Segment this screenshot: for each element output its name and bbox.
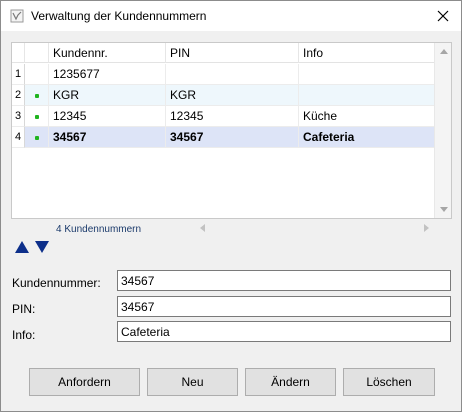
scroll-down-button[interactable] xyxy=(435,201,451,218)
cell-info[interactable] xyxy=(299,64,434,85)
row-number: 2 xyxy=(12,85,25,106)
kundennummern-table[interactable]: Kundennr. PIN Info 1 1235677 2 KGR KGR 3… xyxy=(11,42,452,219)
arrow-up-icon xyxy=(15,241,29,253)
close-icon xyxy=(437,10,449,22)
pin-label: PIN: xyxy=(12,302,36,316)
horizontal-scrollbar[interactable] xyxy=(194,220,434,236)
record-count: 4 Kundennummern xyxy=(56,224,142,235)
chevron-up-icon xyxy=(439,49,448,54)
table-row[interactable]: 1 1235677 xyxy=(12,64,434,85)
row-number: 4 xyxy=(12,127,25,148)
dialog-window: Verwaltung der Kundennummern Kundennr. P… xyxy=(0,0,462,412)
cell-pin[interactable] xyxy=(166,64,299,85)
info-label: Info: xyxy=(12,328,36,342)
table-row[interactable]: 3 12345 12345 Küche xyxy=(12,106,434,127)
scroll-right-button[interactable] xyxy=(418,220,434,236)
table-header: Kundennr. PIN Info xyxy=(12,43,434,63)
scroll-left-button[interactable] xyxy=(194,220,210,236)
move-up-button[interactable] xyxy=(15,240,29,254)
kundennummer-label: Kundennummer: xyxy=(12,276,101,290)
row-number: 1 xyxy=(12,64,25,85)
column-header-pin[interactable]: PIN xyxy=(166,43,299,63)
anfordern-button[interactable]: Anfordern xyxy=(29,368,140,396)
title-bar: Verwaltung der Kundennummern xyxy=(1,1,461,31)
table-row-selected[interactable]: 4 34567 34567 Cafeteria xyxy=(12,127,434,148)
app-icon xyxy=(10,9,24,23)
cell-info[interactable]: Küche xyxy=(299,106,434,127)
header-status xyxy=(25,43,49,63)
active-status-icon xyxy=(35,94,39,98)
cell-info[interactable]: Cafeteria xyxy=(299,127,434,148)
cell-pin[interactable]: 12345 xyxy=(166,106,299,127)
arrow-down-icon xyxy=(35,241,49,253)
pin-input[interactable] xyxy=(117,296,451,317)
column-header-kundennr[interactable]: Kundennr. xyxy=(49,43,166,63)
scroll-up-button[interactable] xyxy=(435,43,451,60)
chevron-left-icon xyxy=(199,224,205,232)
cell-kundennr[interactable]: KGR xyxy=(49,85,166,106)
close-button[interactable] xyxy=(431,5,455,27)
aendern-button[interactable]: Ändern xyxy=(245,368,336,396)
cell-kundennr[interactable]: 34567 xyxy=(49,127,166,148)
active-status-icon xyxy=(35,115,39,119)
status-cell xyxy=(25,64,49,85)
active-status-icon xyxy=(35,136,39,140)
header-rownum xyxy=(12,43,25,63)
cell-pin[interactable]: KGR xyxy=(166,85,299,106)
row-number: 3 xyxy=(12,106,25,127)
cell-kundennr[interactable]: 1235677 xyxy=(49,64,166,85)
table-row[interactable]: 2 KGR KGR xyxy=(12,85,434,106)
cell-pin[interactable]: 34567 xyxy=(166,127,299,148)
cell-kundennr[interactable]: 12345 xyxy=(49,106,166,127)
chevron-right-icon xyxy=(423,224,429,232)
column-header-info[interactable]: Info xyxy=(299,43,434,63)
neu-button[interactable]: Neu xyxy=(147,368,238,396)
vertical-scrollbar[interactable] xyxy=(434,43,451,218)
move-down-button[interactable] xyxy=(35,240,49,254)
cell-info[interactable] xyxy=(299,85,434,106)
kundennummer-input[interactable] xyxy=(117,270,451,291)
chevron-down-icon xyxy=(439,207,448,212)
loeschen-button[interactable]: Löschen xyxy=(343,368,435,396)
window-title: Verwaltung der Kundennummern xyxy=(31,9,207,23)
info-input[interactable] xyxy=(117,321,451,342)
